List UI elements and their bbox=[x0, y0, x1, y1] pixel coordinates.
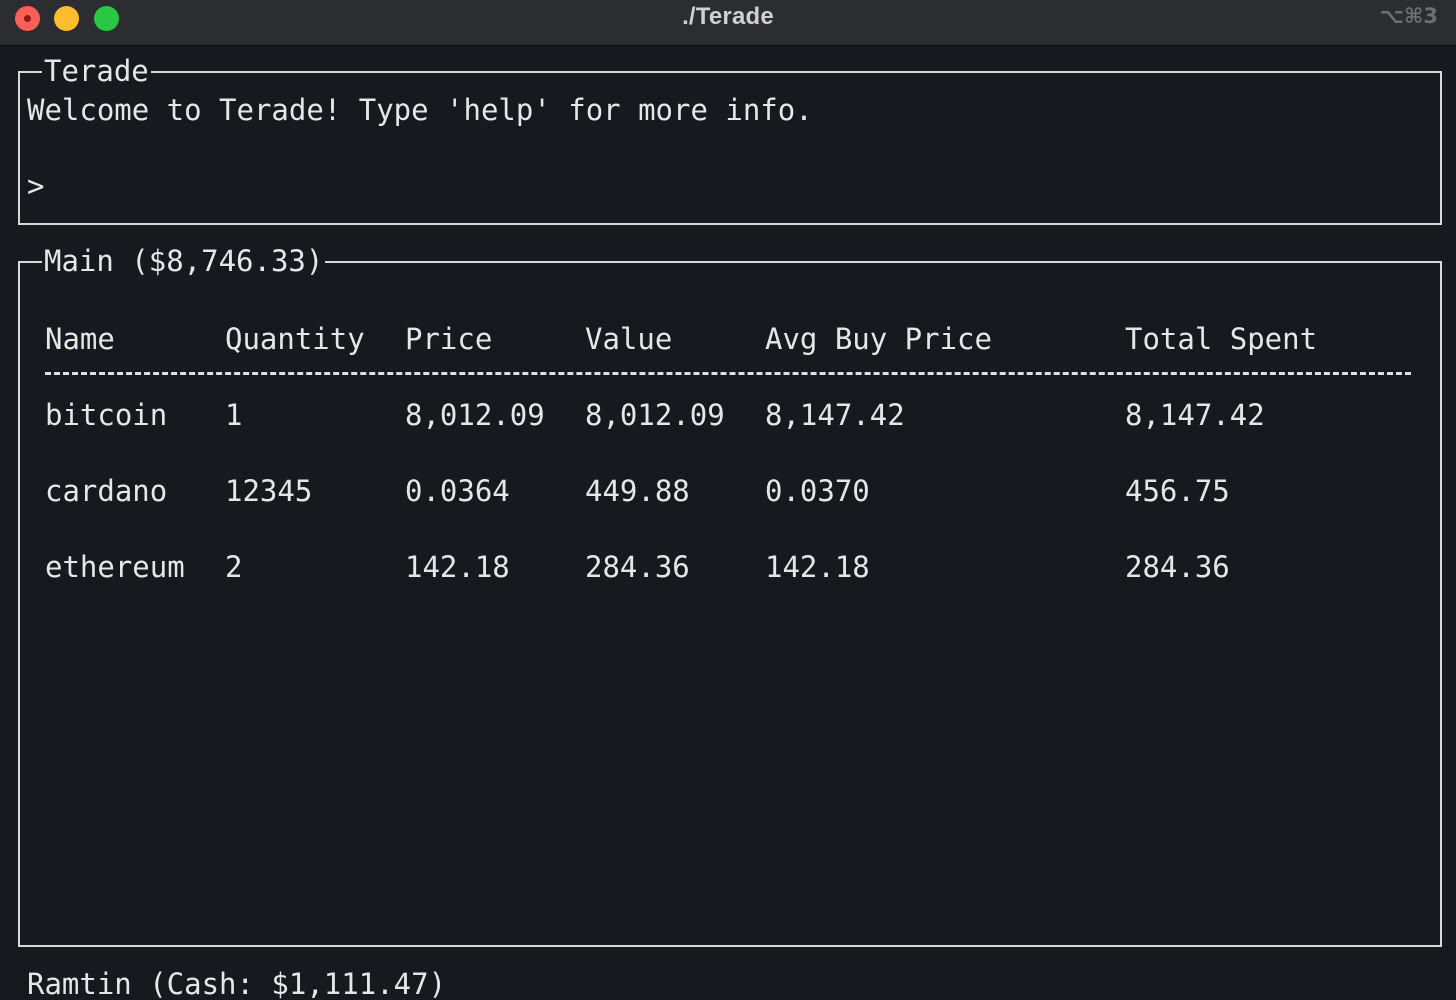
table-row: cardano 12345 0.0364 449.88 0.0370 456.7… bbox=[45, 472, 1230, 510]
window-shortcut: ⌥⌘3 bbox=[1379, 4, 1438, 28]
holding-avg-buy-price: 142.18 bbox=[765, 550, 870, 584]
holding-quantity: 2 bbox=[225, 550, 243, 584]
status-line: Ramtin (Cash: $1,111.47) bbox=[27, 967, 447, 1000]
holding-quantity: 12345 bbox=[225, 474, 313, 508]
table-header-separator bbox=[45, 372, 1411, 375]
holding-price: 8,012.09 bbox=[405, 398, 545, 432]
holding-total-spent: 8,147.42 bbox=[1125, 398, 1265, 432]
welcome-message: Welcome to Terade! Type 'help' for more … bbox=[27, 93, 813, 127]
window-title: ./Terade bbox=[682, 3, 774, 30]
column-header-avg-buy-price: Avg Buy Price bbox=[765, 322, 992, 356]
table-header: Name Quantity Price Value Avg Buy Price … bbox=[45, 320, 1317, 358]
holding-price: 0.0364 bbox=[405, 474, 510, 508]
holding-name: bitcoin bbox=[45, 398, 168, 432]
terade-panel: Terade Welcome to Terade! Type 'help' fo… bbox=[18, 52, 1442, 225]
terade-panel-title: Terade bbox=[42, 52, 151, 90]
holding-quantity: 1 bbox=[225, 398, 243, 432]
holding-avg-buy-price: 0.0370 bbox=[765, 474, 870, 508]
column-header-total-spent: Total Spent bbox=[1125, 322, 1318, 356]
holding-price: 142.18 bbox=[405, 550, 510, 584]
command-prompt[interactable]: > bbox=[27, 167, 44, 205]
holding-value: 8,012.09 bbox=[585, 398, 725, 432]
holding-name: cardano bbox=[45, 474, 168, 508]
holding-avg-buy-price: 8,147.42 bbox=[765, 398, 905, 432]
table-row: bitcoin 1 8,012.09 8,012.09 8,147.42 8,1… bbox=[45, 396, 1265, 434]
holding-name: ethereum bbox=[45, 550, 185, 584]
holding-value: 284.36 bbox=[585, 550, 690, 584]
window-titlebar: ./Terade ⌥⌘3 bbox=[0, 0, 1456, 46]
table-row: ethereum 2 142.18 284.36 142.18 284.36 bbox=[45, 548, 1230, 586]
holding-total-spent: 456.75 bbox=[1125, 474, 1230, 508]
holding-total-spent: 284.36 bbox=[1125, 550, 1230, 584]
portfolio-panel: Main ($8,746.33) Name Quantity Price Val… bbox=[18, 242, 1442, 947]
column-header-value: Value bbox=[585, 322, 673, 356]
column-header-price: Price bbox=[405, 322, 493, 356]
column-header-quantity: Quantity bbox=[225, 322, 365, 356]
column-header-name: Name bbox=[45, 322, 115, 356]
portfolio-panel-title: Main ($8,746.33) bbox=[42, 242, 326, 280]
holding-value: 449.88 bbox=[585, 474, 690, 508]
